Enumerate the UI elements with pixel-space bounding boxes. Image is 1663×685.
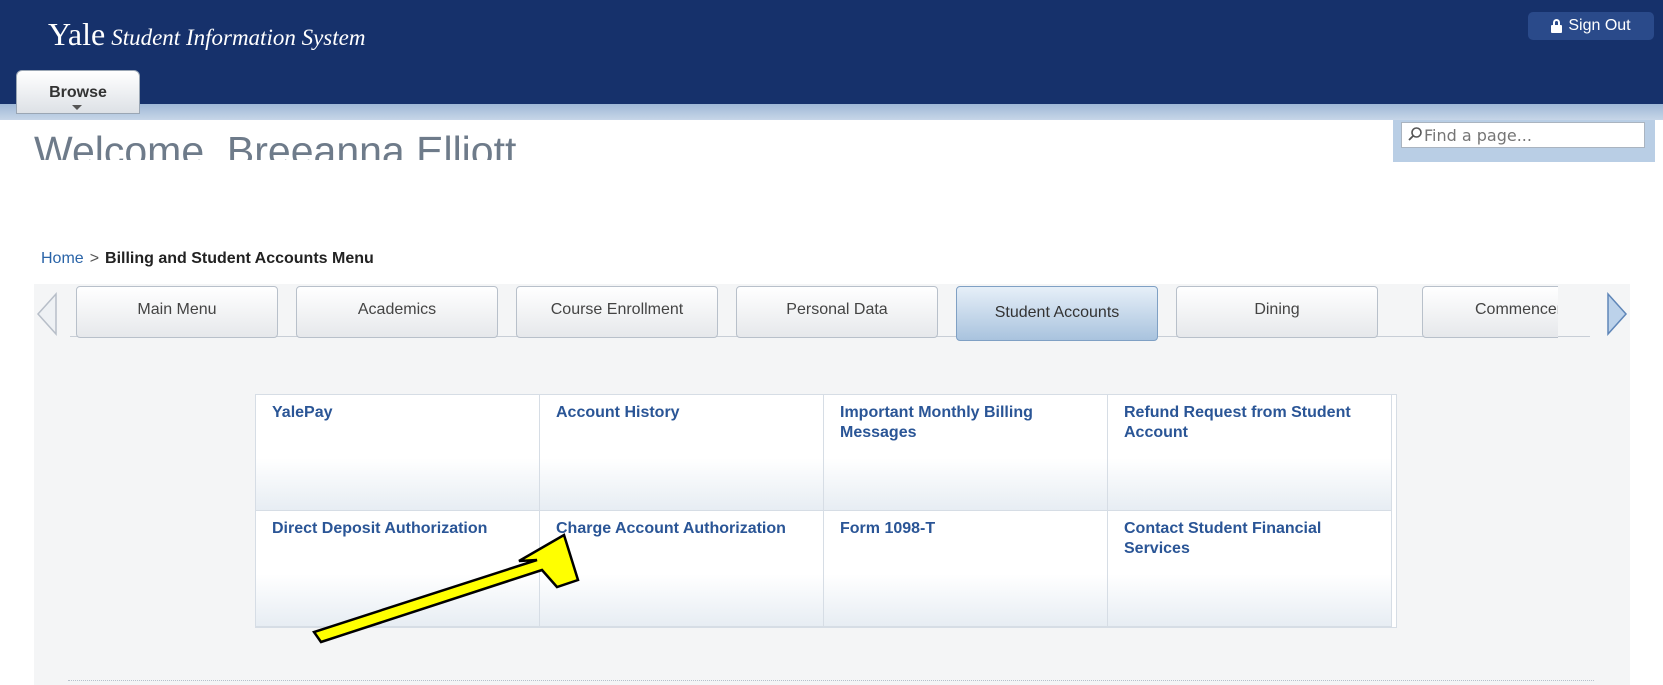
tile-label: Form 1098-T xyxy=(840,520,936,537)
tab-dining[interactable]: Dining xyxy=(1176,286,1378,338)
tile-direct-deposit-authorization[interactable]: Direct Deposit Authorization xyxy=(256,511,540,627)
brand-subtitle: Student Information System xyxy=(111,25,366,50)
welcome-heading: Welcome, Breeanna Elliott xyxy=(34,126,634,160)
browse-label: Browse xyxy=(49,84,107,101)
tile-yalepay[interactable]: YalePay xyxy=(256,395,540,511)
breadcrumb: Home > Billing and Student Accounts Menu xyxy=(41,250,374,268)
tile-account-history[interactable]: Account History xyxy=(540,395,824,511)
tab-label: Main Menu xyxy=(137,301,217,318)
tab-label: Personal Data xyxy=(786,301,888,318)
tab-student-accounts[interactable]: Student Accounts xyxy=(956,286,1158,341)
tab-label: Academics xyxy=(357,301,437,318)
tab-strip: Main Menu Academics Course Enrollment Pe… xyxy=(70,284,1558,344)
brand-logo[interactable]: Yale Student Information System xyxy=(48,16,365,53)
tile-form-1098-t[interactable]: Form 1098-T xyxy=(824,511,1108,627)
tab-label: Dining xyxy=(1254,301,1300,318)
tile-label: Direct Deposit Authorization xyxy=(272,520,488,537)
chevron-left-icon[interactable] xyxy=(34,290,60,338)
chevron-down-icon xyxy=(72,105,82,110)
breadcrumb-separator: > xyxy=(89,250,100,267)
tab-label: Commencement xyxy=(1475,301,1558,318)
tab-course-enrollment[interactable]: Course Enrollment xyxy=(516,286,718,338)
chevron-right-icon[interactable] xyxy=(1604,290,1630,338)
bottom-divider xyxy=(68,680,1594,682)
brand-yale: Yale xyxy=(48,16,106,52)
menu-tile-grid: YalePay Account History Important Monthl… xyxy=(255,394,1397,628)
tile-important-monthly-billing-messages[interactable]: Important Monthly Billing Messages xyxy=(824,395,1108,511)
search-input[interactable] xyxy=(1401,122,1645,148)
tile-charge-account-authorization[interactable]: Charge Account Authorization xyxy=(540,511,824,627)
breadcrumb-home-link[interactable]: Home xyxy=(41,250,84,267)
browse-button[interactable]: Browse xyxy=(16,70,140,114)
tab-personal-data[interactable]: Personal Data xyxy=(736,286,938,338)
header-stripe xyxy=(0,104,1663,120)
tab-academics[interactable]: Academics xyxy=(296,286,498,338)
search-icon xyxy=(1408,127,1422,141)
tile-label: Charge Account Authorization xyxy=(556,520,786,537)
tile-label: YalePay xyxy=(272,404,333,421)
search-container xyxy=(1393,120,1655,162)
tile-label: Contact Student Financial Services xyxy=(1124,520,1322,557)
welcome-text: Welcome, Breeanna Elliott xyxy=(34,128,517,160)
tile-label: Important Monthly Billing Messages xyxy=(840,404,1033,441)
breadcrumb-current: Billing and Student Accounts Menu xyxy=(105,250,374,267)
tab-main-menu[interactable]: Main Menu xyxy=(76,286,278,338)
tile-label: Refund Request from Student Account xyxy=(1124,404,1351,441)
tab-commencement[interactable]: Commencement xyxy=(1422,286,1558,338)
tab-label: Course Enrollment xyxy=(550,301,684,318)
lock-icon xyxy=(1551,19,1563,33)
tile-refund-request[interactable]: Refund Request from Student Account xyxy=(1108,395,1392,511)
sign-out-label: Sign Out xyxy=(1568,17,1631,34)
tile-label: Account History xyxy=(556,404,680,421)
tile-contact-student-financial-services[interactable]: Contact Student Financial Services xyxy=(1108,511,1392,627)
tab-label: Student Accounts xyxy=(994,304,1120,321)
sign-out-button[interactable]: Sign Out xyxy=(1528,12,1654,40)
